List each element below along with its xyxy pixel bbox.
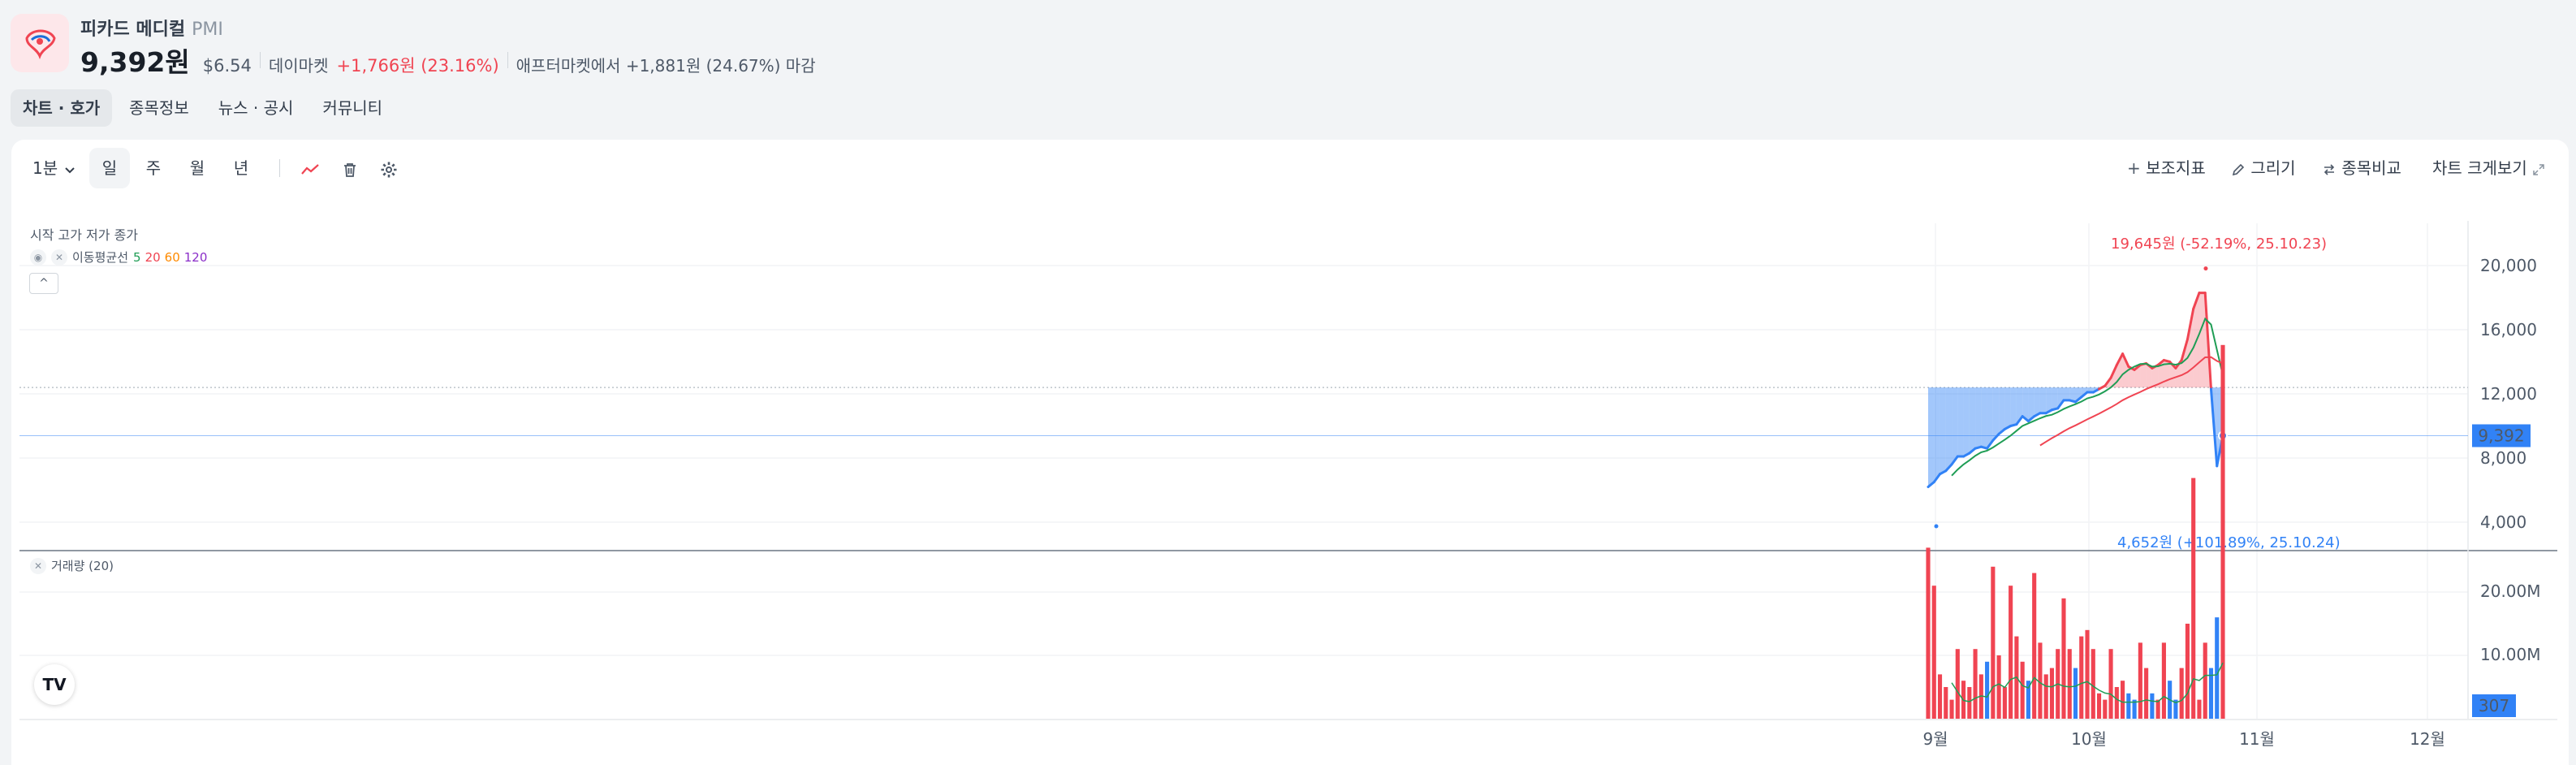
volume-bar xyxy=(2032,573,2037,719)
volume-bar xyxy=(2096,693,2102,719)
area-fill xyxy=(1975,387,1982,449)
volume-axis-label: 20.00M xyxy=(2480,581,2541,601)
volume-bar xyxy=(2091,649,2095,719)
volume-bar xyxy=(2049,668,2055,719)
area-fill xyxy=(1934,387,1940,482)
area-fill xyxy=(2063,387,2070,400)
volume-bar xyxy=(2185,624,2190,719)
volume-bar xyxy=(2073,668,2078,719)
volume-bar xyxy=(2126,693,2131,719)
volume-bar xyxy=(2020,661,2025,719)
volume-bar xyxy=(2114,687,2119,719)
min-marker xyxy=(1934,524,1939,529)
volume-bar xyxy=(2043,674,2048,719)
area-fill xyxy=(1945,387,1952,471)
volume-bar xyxy=(2067,649,2072,719)
volume-bar xyxy=(2121,681,2125,719)
volume-bar xyxy=(2061,598,2066,719)
area-fill xyxy=(1987,387,1993,449)
volume-bar xyxy=(1973,649,1978,719)
area-fill xyxy=(2010,387,2017,426)
area-fill xyxy=(1928,387,1935,487)
current-price-badge-label: 9,392 xyxy=(2478,426,2524,446)
area-fill xyxy=(2004,387,2011,430)
volume-bar xyxy=(2144,668,2149,719)
volume-bar xyxy=(2220,344,2225,719)
area-fill xyxy=(2034,387,2040,417)
volume-bar xyxy=(2179,668,2184,719)
y-axis-label: 8,000 xyxy=(2480,448,2526,468)
y-axis-label: 4,000 xyxy=(2480,512,2526,532)
volume-bar xyxy=(2038,642,2043,719)
y-axis-label: 12,000 xyxy=(2480,384,2537,404)
tradingview-logo[interactable]: TV xyxy=(34,664,75,705)
volume-bar xyxy=(2108,649,2113,719)
volume-bar xyxy=(1931,586,1936,719)
volume-bar xyxy=(1937,674,1943,719)
min-annotation: 4,652원 (+101.89%, 25.10.24) xyxy=(2117,534,2341,551)
volume-bar xyxy=(2203,642,2207,719)
volume-bar xyxy=(2103,699,2108,719)
area-fill xyxy=(1999,387,2005,434)
volume-bar xyxy=(2002,687,2007,719)
max-marker xyxy=(2203,266,2208,271)
volume-bar xyxy=(1996,655,2001,719)
volume-bar xyxy=(1944,687,1948,719)
y-axis-label: 20,000 xyxy=(2480,256,2537,275)
x-axis-label: 11월 xyxy=(2239,729,2275,749)
area-fill xyxy=(1992,387,2000,441)
volume-bar xyxy=(1991,566,1996,719)
area-fill xyxy=(2052,387,2058,410)
area-fill xyxy=(1957,387,1964,457)
x-axis-label: 12월 xyxy=(2410,729,2445,749)
volume-axis-label: 10.00M xyxy=(2480,645,2541,664)
x-axis-label: 10월 xyxy=(2071,729,2107,749)
area-fill xyxy=(2140,363,2147,388)
area-fill xyxy=(1952,387,1958,465)
volume-bar xyxy=(2138,642,2142,719)
volume-bar xyxy=(2155,699,2160,719)
x-axis-label: 9월 xyxy=(1922,729,1948,749)
y-axis-label: 16,000 xyxy=(2480,320,2537,339)
area-fill xyxy=(1981,387,1987,449)
area-fill xyxy=(1969,387,1976,454)
price-chart[interactable]: 19,645원 (-52.19%, 25.10.23) 4,652원 (+101.… xyxy=(0,0,2576,765)
volume-bar xyxy=(2079,636,2084,719)
volume-bar xyxy=(1926,547,1931,719)
volume-bar xyxy=(2161,642,2166,719)
volume-bar xyxy=(2009,586,2013,719)
volume-bar xyxy=(2150,693,2155,719)
volume-bar xyxy=(1955,649,1960,719)
max-annotation: 19,645원 (-52.19%, 25.10.23) xyxy=(2111,236,2327,253)
volume-bar xyxy=(1949,699,1954,719)
volume-bar xyxy=(2197,699,2202,719)
volume-bar xyxy=(1985,661,1990,719)
volume-bar xyxy=(2085,629,2090,719)
area-fill xyxy=(2198,292,2206,388)
volume-bar xyxy=(1967,687,1972,719)
volume-bar xyxy=(2215,617,2220,719)
area-fill xyxy=(2039,387,2047,413)
area-fill xyxy=(1963,387,1970,457)
current-volume-badge-label: 307 xyxy=(2479,696,2509,715)
area-fill xyxy=(1940,387,1946,474)
